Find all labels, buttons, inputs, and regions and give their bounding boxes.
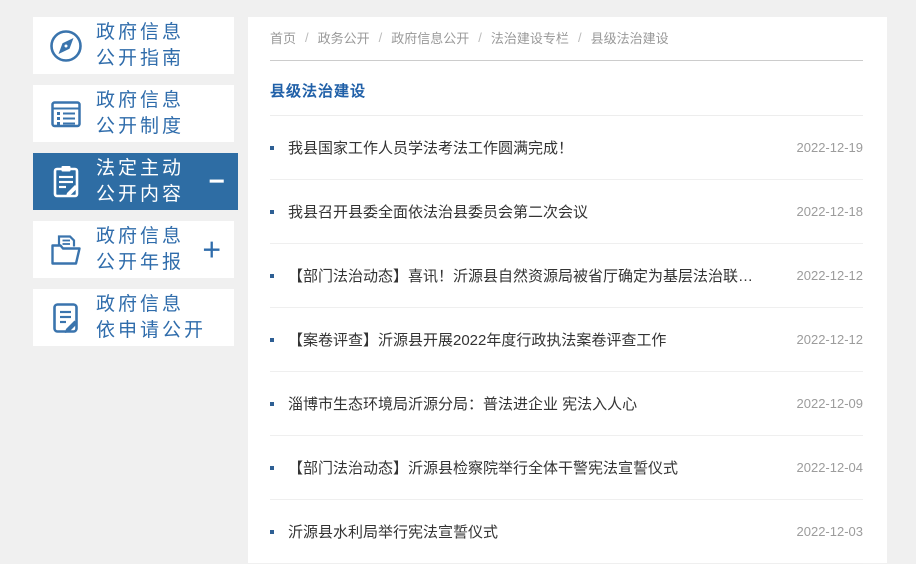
article-title-link[interactable]: 【部门法治动态】沂源县检察院举行全体干警宪法宣誓仪式 <box>288 457 678 478</box>
article-title-link[interactable]: 【案卷评查】沂源县开展2022年度行政执法案卷评查工作 <box>288 329 666 350</box>
article-date: 2022-12-19 <box>796 140 864 155</box>
article-title-link[interactable]: 我县召开县委全面依法治县委员会第二次会议 <box>288 201 588 222</box>
document-pencil-icon <box>45 297 87 339</box>
article-row: 我县国家工作人员学法考法工作圆满完成！ 2022-12-19 <box>270 116 863 180</box>
bullet-icon <box>270 465 274 470</box>
article-date: 2022-12-03 <box>796 524 864 539</box>
article-row: 沂源县水利局举行宪法宣誓仪式 2022-12-03 <box>270 500 863 564</box>
clipboard-pencil-icon <box>45 161 87 203</box>
sidebar-item-label: 政府信息 公开年报 <box>96 224 184 276</box>
bullet-icon <box>270 273 274 278</box>
sidebar-item-label-line2: 依申请公开 <box>96 319 207 341</box>
breadcrumb-separator: / <box>305 30 309 45</box>
bullet-icon <box>270 401 274 406</box>
breadcrumb-item: 县级法治建设 <box>590 31 669 46</box>
sidebar-item-label: 政府信息 公开指南 <box>96 20 184 72</box>
sidebar-item-label: 政府信息 依申请公开 <box>96 292 206 344</box>
bullet-icon <box>270 337 274 342</box>
breadcrumb-item[interactable]: 法治建设专栏 <box>491 28 569 47</box>
sidebar-item-label-line1: 政府信息 <box>96 225 185 247</box>
sidebar-item-label-line2: 公开指南 <box>96 47 185 69</box>
sidebar-item-2[interactable]: 政府信息 公开制度 <box>33 85 234 142</box>
breadcrumb-item[interactable]: 政务公开 <box>318 28 370 47</box>
article-row: 【部门法治动态】喜讯！沂源县自然资源局被省厅确定为基层法治联系点 2022-12… <box>270 244 863 308</box>
article-title-link[interactable]: 【部门法治动态】喜讯！沂源县自然资源局被省厅确定为基层法治联系点 <box>288 265 758 286</box>
sidebar-item-label: 政府信息 公开制度 <box>96 88 184 140</box>
sidebar-item-label-line1: 法定主动 <box>96 157 185 179</box>
article-title-link[interactable]: 我县国家工作人员学法考法工作圆满完成！ <box>288 137 573 158</box>
page-title: 县级法治建设 <box>270 61 863 116</box>
sidebar-item-3[interactable]: 法定主动 公开内容 − <box>33 153 238 210</box>
sidebar-item-label-line2: 公开制度 <box>96 115 185 137</box>
list-document-icon <box>45 93 87 135</box>
article-row: 淄博市生态环境局沂源分局：普法进企业 宪法入人心 2022-12-09 <box>270 372 863 436</box>
article-row: 【案卷评查】沂源县开展2022年度行政执法案卷评查工作 2022-12-12 <box>270 308 863 372</box>
collapse-icon[interactable]: − <box>209 166 225 195</box>
sidebar-item-5[interactable]: 政府信息 依申请公开 <box>33 289 234 346</box>
article-title-link[interactable]: 沂源县水利局举行宪法宣誓仪式 <box>288 521 498 542</box>
sidebar-item-label-line2: 公开年报 <box>96 251 185 273</box>
bullet-icon <box>270 209 274 214</box>
compass-icon <box>45 25 87 67</box>
article-title-link[interactable]: 淄博市生态环境局沂源分局：普法进企业 宪法入人心 <box>288 393 637 414</box>
breadcrumb-item[interactable]: 政府信息公开 <box>391 28 469 47</box>
article-date: 2022-12-09 <box>796 396 864 411</box>
sidebar-item-label-line1: 政府信息 <box>96 21 185 43</box>
article-date: 2022-12-18 <box>796 204 864 219</box>
article-list: 我县国家工作人员学法考法工作圆满完成！ 2022-12-19 我县召开县委全面依… <box>270 116 863 564</box>
sidebar-item-label: 法定主动 公开内容 <box>96 156 184 208</box>
breadcrumb-item[interactable]: 首页 <box>270 28 296 47</box>
sidebar: 政府信息 公开指南 政府信息 公开制度 法定主动 公开内容 − 政府信息 公开年… <box>33 17 238 357</box>
breadcrumb: 首页 / 政务公开 / 政府信息公开 / 法治建设专栏 / 县级法治建设 <box>270 17 863 61</box>
article-row: 我县召开县委全面依法治县委员会第二次会议 2022-12-18 <box>270 180 863 244</box>
sidebar-item-label-line1: 政府信息 <box>96 293 185 315</box>
breadcrumb-separator: / <box>378 30 383 45</box>
sidebar-item-label-line2: 公开内容 <box>96 183 185 205</box>
article-date: 2022-12-12 <box>796 332 864 347</box>
article-date: 2022-12-12 <box>796 268 864 283</box>
sidebar-item-label-line1: 政府信息 <box>96 89 185 111</box>
folder-document-icon <box>45 229 87 271</box>
article-row: 【部门法治动态】沂源县检察院举行全体干警宪法宣誓仪式 2022-12-04 <box>270 436 863 500</box>
main-panel: 首页 / 政务公开 / 政府信息公开 / 法治建设专栏 / 县级法治建设 县级法治建设 我县国家… <box>248 17 887 564</box>
bullet-icon <box>270 145 274 150</box>
bullet-icon <box>270 529 274 534</box>
sidebar-item-4[interactable]: 政府信息 公开年报 + <box>33 221 234 278</box>
sidebar-item-1[interactable]: 政府信息 公开指南 <box>33 17 234 74</box>
article-date: 2022-12-04 <box>796 460 864 475</box>
expand-icon[interactable]: + <box>202 233 221 265</box>
breadcrumb-separator: / <box>478 30 482 45</box>
breadcrumb-separator: / <box>577 30 582 45</box>
